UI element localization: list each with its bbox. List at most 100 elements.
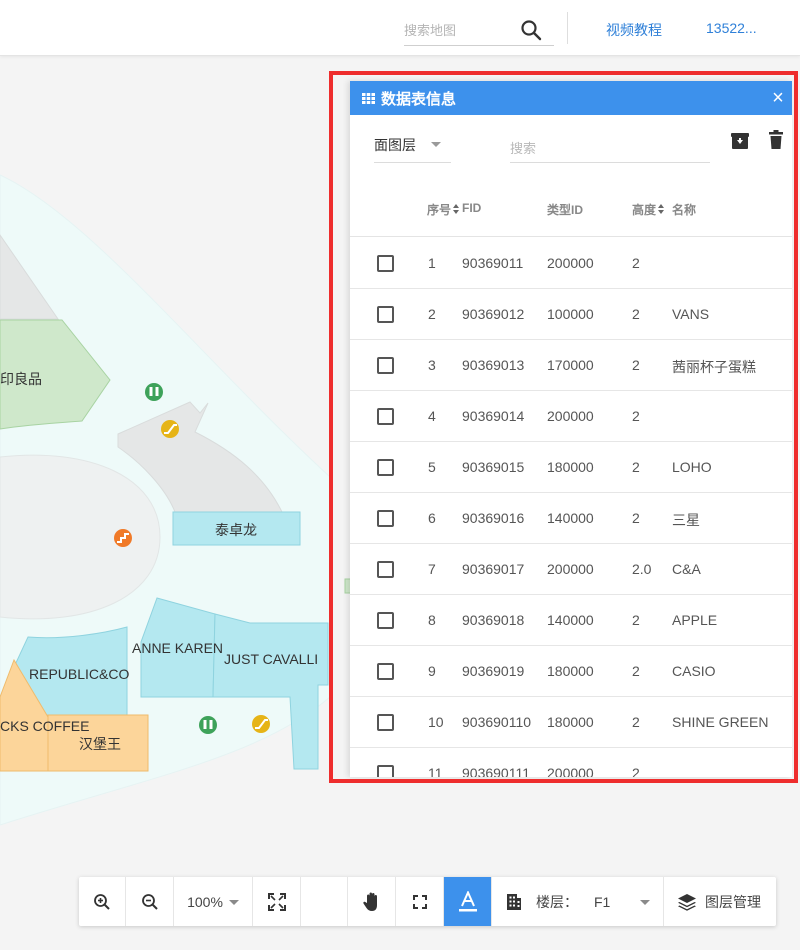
row-checkbox[interactable] [377, 510, 394, 527]
cell-seq: 2 [428, 306, 436, 322]
cell-height: 2 [632, 459, 640, 475]
row-checkbox[interactable] [377, 357, 394, 374]
layer-management-button[interactable]: 图层管理 [664, 877, 776, 926]
building-icon [507, 893, 521, 910]
cell-type: 200000 [547, 561, 594, 577]
row-checkbox[interactable] [377, 306, 394, 323]
zoom-out-button[interactable] [126, 877, 174, 926]
table-row[interactable]: 5 90369015 180000 2 LOHO [350, 442, 792, 493]
cell-seq: 9 [428, 663, 436, 679]
store-label-muji: 印良品 [0, 371, 42, 387]
layer-type-select[interactable]: 面图层 [374, 131, 451, 163]
cell-fid: 90369017 [462, 561, 525, 577]
zoom-in-icon [94, 893, 110, 910]
row-checkbox[interactable] [377, 612, 394, 629]
column-header-seq[interactable]: 序号 [427, 201, 461, 218]
table-row[interactable]: 3 90369013 170000 2 茜丽杯子蛋糕 [350, 340, 792, 391]
column-header-height[interactable]: 高度 [632, 201, 666, 218]
column-header-type[interactable]: 类型ID [547, 201, 583, 218]
cell-name: VANS [672, 306, 710, 322]
store-label-starbucks: CKS COFFEE [0, 718, 90, 734]
cell-type: 170000 [547, 357, 594, 373]
cell-seq: 6 [428, 510, 436, 526]
pan-button[interactable] [348, 877, 396, 926]
cell-type: 100000 [547, 306, 594, 322]
cell-type: 200000 [547, 408, 594, 424]
row-checkbox[interactable] [377, 765, 394, 777]
zoom-out-icon [141, 893, 158, 910]
toolbar-empty-slot[interactable] [301, 877, 348, 926]
cell-type: 140000 [547, 612, 594, 628]
map-search-input[interactable] [404, 16, 514, 44]
store-label-burger-king: 汉堡王 [79, 736, 121, 752]
row-checkbox[interactable] [377, 663, 394, 680]
archive-download-icon[interactable] [730, 129, 750, 151]
table-row[interactable]: 1 90369011 200000 2 [350, 238, 792, 289]
sort-icon[interactable] [658, 203, 666, 216]
column-label-fid: FID [462, 201, 482, 215]
text-label-toggle[interactable] [444, 877, 492, 926]
frame-select-icon [412, 894, 427, 909]
cell-type: 200000 [547, 255, 594, 271]
cell-fid: 903690110 [462, 714, 532, 730]
table-row[interactable]: 8 90369018 140000 2 APPLE [350, 595, 792, 646]
close-icon[interactable]: × [768, 87, 788, 109]
cell-height: 2.0 [632, 561, 652, 577]
cell-name: APPLE [672, 612, 718, 628]
table-row[interactable]: 6 90369016 140000 2 三星 [350, 493, 792, 544]
panel-search-input[interactable] [510, 135, 700, 161]
trash-icon[interactable] [766, 129, 786, 151]
cell-fid: 90369015 [462, 459, 525, 475]
cell-height: 2 [632, 714, 640, 730]
cell-type: 200000 [547, 765, 594, 777]
floor-select[interactable]: 楼层： F1 [492, 877, 664, 926]
panel-search-box [510, 135, 710, 163]
cell-name: SHINE GREEN [672, 714, 769, 730]
cell-name: 茜丽杯子蛋糕 [672, 359, 756, 375]
column-label-type: 类型ID [547, 203, 584, 217]
cell-seq: 3 [428, 357, 436, 373]
table-row[interactable]: 11 903690111 200000 2 [350, 748, 792, 777]
map-search-box [404, 16, 554, 46]
store-label-republic: REPUBLIC&CO [29, 666, 130, 682]
zoom-level-value: 100% [187, 893, 223, 910]
table-row[interactable]: 2 90369012 100000 2 VANS [350, 289, 792, 340]
cell-seq: 1 [428, 255, 436, 271]
row-checkbox[interactable] [377, 459, 394, 476]
layer-select-value: 面图层 [374, 137, 416, 153]
cell-seq: 11 [428, 765, 443, 777]
row-checkbox[interactable] [377, 408, 394, 425]
table-row[interactable]: 9 90369019 180000 2 CASIO [350, 646, 792, 697]
cell-height: 2 [632, 612, 640, 628]
video-tutorial-link[interactable]: 视频教程 [606, 20, 662, 40]
zoom-in-button[interactable] [79, 877, 126, 926]
frame-select-button[interactable] [396, 877, 444, 926]
cell-height: 2 [632, 510, 640, 526]
zoom-level-select[interactable]: 100% [174, 877, 253, 926]
chevron-down-icon [431, 142, 441, 147]
table-row[interactable]: 7 90369017 200000 2.0 C&A [350, 544, 792, 595]
cell-fid: 90369011 [462, 255, 524, 271]
table-row[interactable]: 4 90369014 200000 2 [350, 391, 792, 442]
cell-fid: 903690111 [462, 765, 530, 777]
store-label-just-cavalli: JUST CAVALLI [224, 651, 319, 667]
fullscreen-button[interactable] [253, 877, 301, 926]
table-row[interactable]: 10 903690110 180000 2 SHINE GREEN [350, 697, 792, 748]
cell-height: 2 [632, 408, 640, 424]
fullscreen-icon [267, 892, 286, 911]
row-checkbox[interactable] [377, 714, 394, 731]
table-grid-icon [362, 92, 375, 104]
sort-icon[interactable] [453, 203, 461, 216]
column-header-name[interactable]: 名称 [672, 201, 696, 218]
column-label-seq: 序号 [427, 203, 452, 217]
column-header-fid[interactable]: FID [462, 201, 481, 215]
row-checkbox[interactable] [377, 255, 394, 272]
cell-height: 2 [632, 255, 640, 271]
search-icon[interactable] [520, 19, 542, 41]
restroom-icon [145, 383, 163, 401]
data-table-panel: 数据表信息 × 面图层 序号 FID 类型ID 高度 名称 1 90369011 2… [350, 81, 792, 777]
row-checkbox[interactable] [377, 561, 394, 578]
user-account-link[interactable]: 13522... [706, 20, 757, 36]
cell-height: 2 [632, 765, 640, 777]
escalator-icon [161, 420, 179, 438]
